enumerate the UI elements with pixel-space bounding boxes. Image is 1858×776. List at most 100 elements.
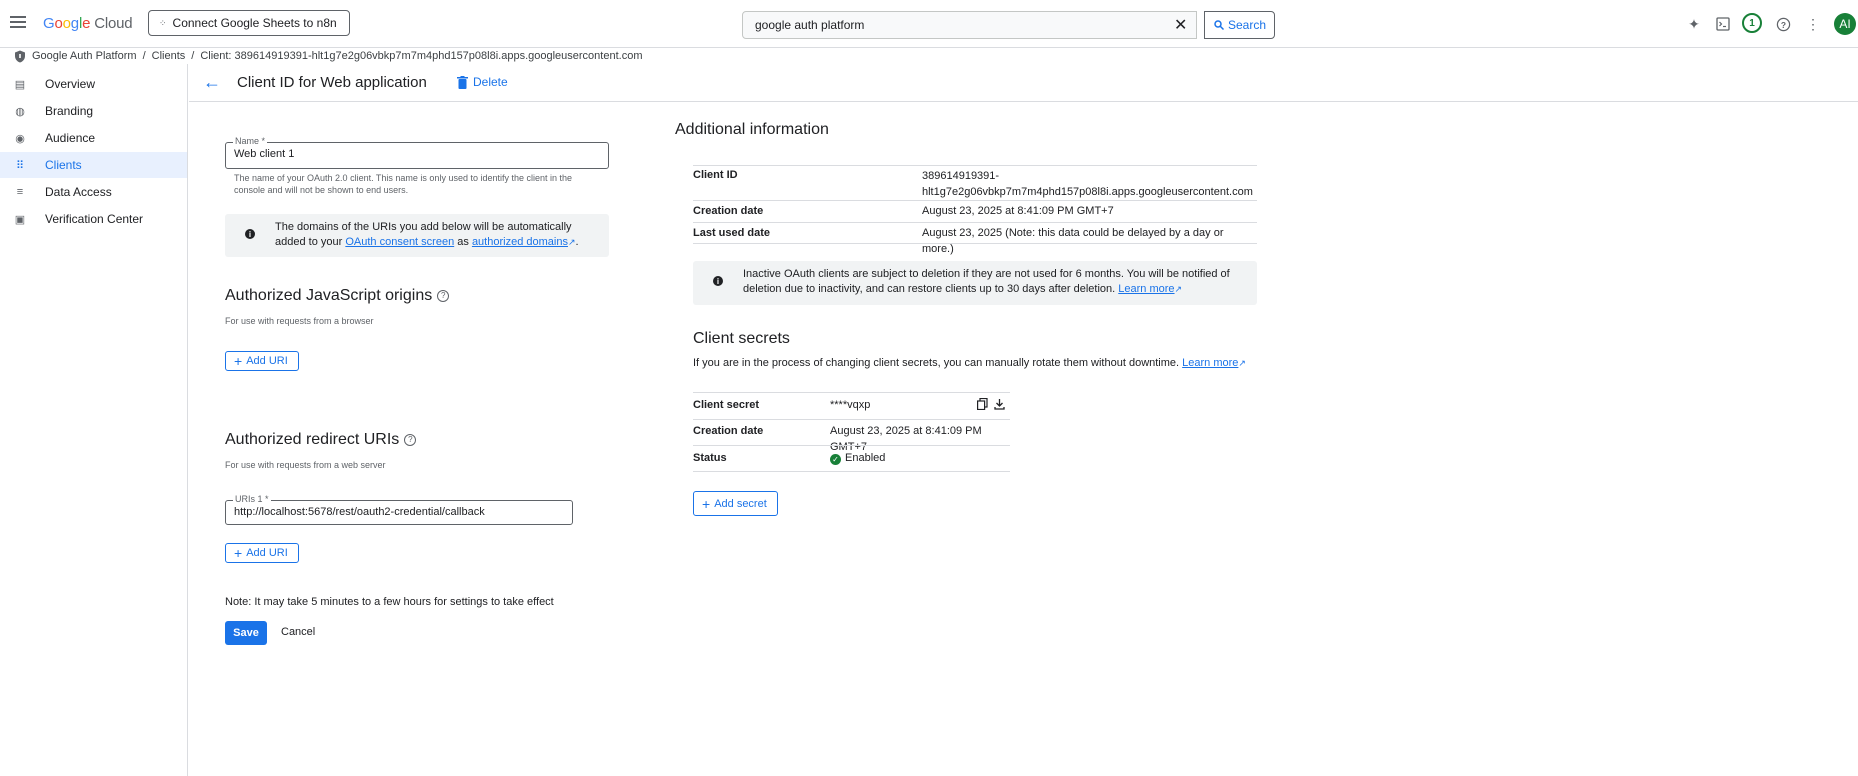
back-arrow-icon[interactable]: ← xyxy=(203,72,221,93)
sidebar-item-branding[interactable]: ◍ Branding xyxy=(0,98,187,124)
external-link-icon: ↗ xyxy=(567,237,576,247)
plus-icon: + xyxy=(702,495,711,512)
add-secret-button[interactable]: + Add secret xyxy=(693,491,778,516)
check-circle-icon: ✓ xyxy=(830,454,841,465)
breadcrumb-item-auth-platform[interactable]: Google Auth Platform xyxy=(32,50,137,62)
status-badge: ✓ Enabled xyxy=(830,450,885,466)
external-link-icon: ↗ xyxy=(1238,358,1246,368)
help-icon[interactable]: ? xyxy=(437,290,450,302)
shield-icon xyxy=(15,50,25,62)
download-icon[interactable] xyxy=(994,398,1005,413)
sidebar-item-label: Audience xyxy=(45,131,96,145)
row-value: August 23, 2025 at 8:41:09 PM GMT+7 xyxy=(922,205,1114,217)
search-input[interactable]: google auth platform xyxy=(742,11,1197,39)
sidebar-item-verification-center[interactable]: ▣ Verification Center xyxy=(0,206,187,232)
domains-info-box: i The domains of the URIs you add below … xyxy=(225,214,609,257)
redirect-uri-field[interactable]: URIs 1 * xyxy=(225,494,573,525)
sidebar-item-label: Clients xyxy=(45,158,82,172)
sidebar-item-label: Branding xyxy=(45,104,94,118)
redirect-uri-label: URIs 1 * xyxy=(233,494,271,504)
notifications-badge[interactable]: 1 xyxy=(1742,13,1762,33)
project-picker-button[interactable]: ⁘ Connect Google Sheets to n8n xyxy=(148,10,350,36)
secret-creation-row: Creation date August 23, 2025 at 8:41:09… xyxy=(693,419,1010,453)
project-icon: ⁘ xyxy=(159,17,167,28)
sidebar-item-data-access[interactable]: ≡ Data Access xyxy=(0,179,187,205)
delete-label: Delete xyxy=(473,75,508,89)
logo-google: Google xyxy=(43,15,91,32)
plus-icon: + xyxy=(234,353,243,369)
add-js-origin-button[interactable]: + Add URI xyxy=(225,351,299,371)
info-row-client-id: Client ID 389614919391- hlt1g7e2g06vbkp7… xyxy=(693,165,1257,200)
row-key: Client secret xyxy=(693,399,760,411)
secret-status-row: Status ✓ Enabled xyxy=(693,445,1010,472)
search-button[interactable]: Search xyxy=(1204,11,1276,39)
breadcrumb-separator: / xyxy=(142,50,146,62)
name-field[interactable]: Name * xyxy=(225,136,609,169)
sidebar-item-overview[interactable]: ▤ Overview xyxy=(0,71,187,97)
name-hint: The name of your OAuth 2.0 client. This … xyxy=(234,173,573,195)
row-key: Client ID xyxy=(693,169,738,181)
svg-text:?: ? xyxy=(1780,19,1785,29)
info-icon: i xyxy=(713,276,723,286)
authorized-domains-link[interactable]: authorized domains xyxy=(472,236,568,248)
avatar[interactable]: AI xyxy=(1834,13,1856,35)
sidebar-item-label: Verification Center xyxy=(45,212,144,226)
more-options-icon[interactable]: ⋮ xyxy=(1804,15,1822,33)
gemini-sparkle-icon[interactable]: ✦ xyxy=(1685,15,1703,33)
oauth-consent-screen-link[interactable]: OAuth consent screen xyxy=(345,236,454,248)
client-secrets-description: If you are in the process of changing cl… xyxy=(693,357,1246,369)
learn-more-link[interactable]: Learn more xyxy=(1182,357,1238,369)
learn-more-link[interactable]: Learn more xyxy=(1118,283,1174,295)
row-key: Creation date xyxy=(693,425,764,437)
logo-cloud: Cloud xyxy=(94,15,133,32)
settings-note: Note: It may take 5 minutes to a few hou… xyxy=(225,596,554,608)
breadcrumb-item-client: Client: 389614919391-hlt1g7e2g06vbkp7m7m… xyxy=(200,50,643,62)
main-menu-button[interactable] xyxy=(10,16,26,28)
save-button[interactable]: Save xyxy=(225,621,267,645)
info-icon: i xyxy=(245,229,255,239)
google-cloud-logo[interactable]: Google Cloud xyxy=(43,15,133,32)
cancel-button[interactable]: Cancel xyxy=(281,626,315,638)
help-icon[interactable]: ? xyxy=(404,434,417,446)
breadcrumb-separator: / xyxy=(191,50,195,62)
search-icon xyxy=(1214,20,1225,31)
plus-icon: + xyxy=(234,545,243,561)
project-name: Connect Google Sheets to n8n xyxy=(172,16,337,30)
delete-button[interactable]: Delete xyxy=(457,75,508,89)
domains-info-text: The domains of the URIs you add below wi… xyxy=(275,221,579,248)
sidebar-item-audience[interactable]: ◉ Audience xyxy=(0,125,187,151)
row-key: Creation date xyxy=(693,205,764,217)
external-link-icon: ↗ xyxy=(1174,284,1183,294)
verified-calendar-icon: ▣ xyxy=(14,213,26,226)
secret-row: Client secret ****vqxp xyxy=(693,392,1010,419)
clear-search-icon[interactable]: ✕ xyxy=(1174,15,1187,35)
person-icon: ◉ xyxy=(15,132,25,145)
cloud-shell-icon[interactable] xyxy=(1714,15,1732,33)
help-icon[interactable]: ? xyxy=(1774,15,1792,33)
client-secrets-title: Client secrets xyxy=(693,330,790,347)
info-row-last-used: Last used date August 23, 2025 (Note: th… xyxy=(693,222,1257,255)
redirect-uris-subtitle: For use with requests from a web server xyxy=(225,460,386,470)
page-header xyxy=(189,64,1858,102)
row-key: Status xyxy=(693,452,727,464)
palette-icon: ◍ xyxy=(15,105,25,118)
js-origins-subtitle: For use with requests from a browser xyxy=(225,316,374,326)
copy-icon[interactable] xyxy=(977,397,988,413)
sidebar-item-clients[interactable]: ⠿ Clients xyxy=(0,152,187,178)
add-secret-label: Add secret xyxy=(714,497,767,510)
name-input[interactable] xyxy=(234,148,578,160)
breadcrumb: Google Auth Platform / Clients / Client:… xyxy=(14,47,642,65)
additional-info-title: Additional information xyxy=(675,121,829,138)
page-title: Client ID for Web application xyxy=(237,74,427,91)
row-key: Last used date xyxy=(693,227,771,239)
redirect-uri-input[interactable] xyxy=(234,506,546,518)
sidebar-item-label: Data Access xyxy=(45,185,112,199)
search-input-value: google auth platform xyxy=(755,18,865,32)
add-redirect-uri-button[interactable]: + Add URI xyxy=(225,543,299,563)
data-settings-icon: ≡ xyxy=(16,186,24,198)
client-id-value: 389614919391- hlt1g7e2g06vbkp7m7m4phd157… xyxy=(922,170,1253,198)
breadcrumb-item-clients[interactable]: Clients xyxy=(152,50,186,62)
apps-grid-icon: ⠿ xyxy=(15,159,25,172)
search-button-label: Search xyxy=(1228,18,1267,32)
add-uri-label: Add URI xyxy=(246,355,288,367)
